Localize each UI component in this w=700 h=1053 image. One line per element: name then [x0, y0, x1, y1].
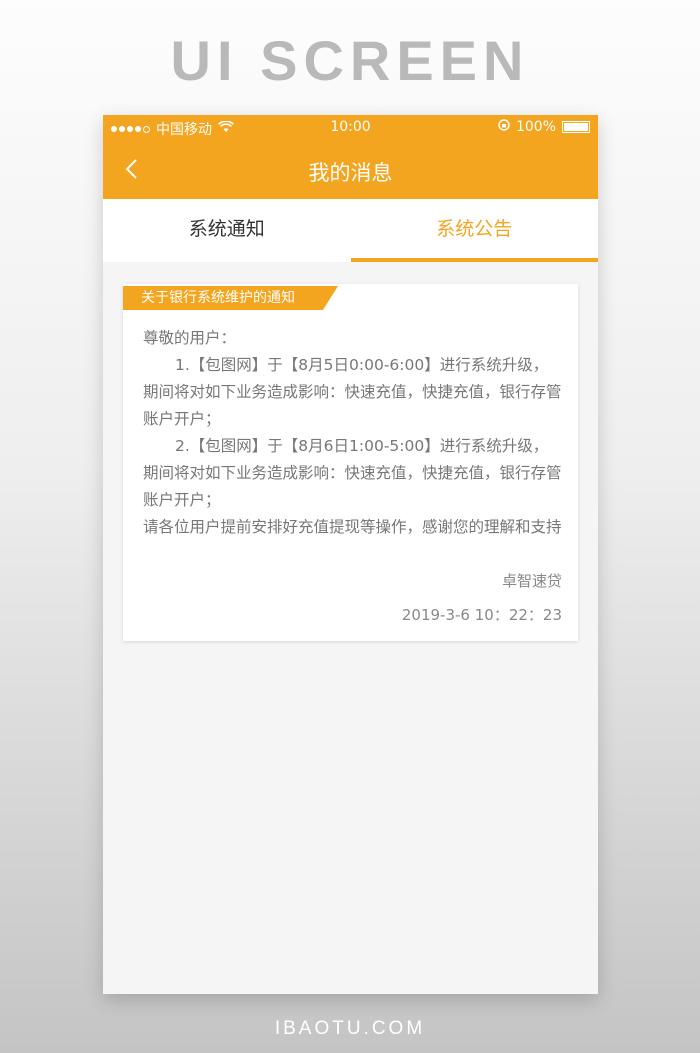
- tab-system-notice[interactable]: 系统通知: [103, 199, 351, 262]
- notice-card[interactable]: 关于银行系统维护的通知 尊敬的用户： 1.【包图网】于【8月5日0:00-6:0…: [123, 284, 578, 641]
- status-bar: 中国移动 10:00 100%: [103, 115, 598, 141]
- nav-title: 我的消息: [308, 161, 393, 185]
- notice-greeting: 尊敬的用户：: [143, 329, 237, 347]
- notice-datetime: 2019-3-6 10：22：23: [401, 606, 562, 624]
- notice-item-1: 1.【包图网】于【8月5日0:00-6:00】进行系统升级，期间将对如下业务造成…: [143, 356, 562, 428]
- tab-system-announcement[interactable]: 系统公告: [350, 199, 599, 262]
- status-right: 100%: [498, 119, 590, 135]
- notice-signature: 卓智速贷: [501, 572, 562, 590]
- nav-bar: 我的消息: [103, 141, 598, 199]
- notice-closing: 请各位用户提前安排好充值提现等操作，感谢您的理解和支持: [143, 518, 562, 536]
- notice-title-ribbon: 关于银行系统维护的通知: [123, 286, 338, 310]
- rotation-lock-icon: [498, 119, 510, 135]
- notice-content: 尊敬的用户： 1.【包图网】于【8月5日0:00-6:00】进行系统升级，期间将…: [143, 325, 563, 541]
- tab-bar: 系统通知 系统公告: [103, 199, 598, 262]
- notice-item-2: 2.【包图网】于【8月6日1:00-5:00】进行系统升级，期间将对如下业务造成…: [143, 437, 562, 509]
- phone-frame: 中国移动 10:00 100% 我的消息 系统通知 系统公告 关于银行系统维护的…: [103, 115, 598, 994]
- battery-icon: [562, 121, 590, 133]
- site-footer: IBAOTU.COM: [274, 1018, 426, 1039]
- battery-percent: 100%: [515, 119, 556, 135]
- page-header-title: UI SCREEN: [170, 29, 530, 92]
